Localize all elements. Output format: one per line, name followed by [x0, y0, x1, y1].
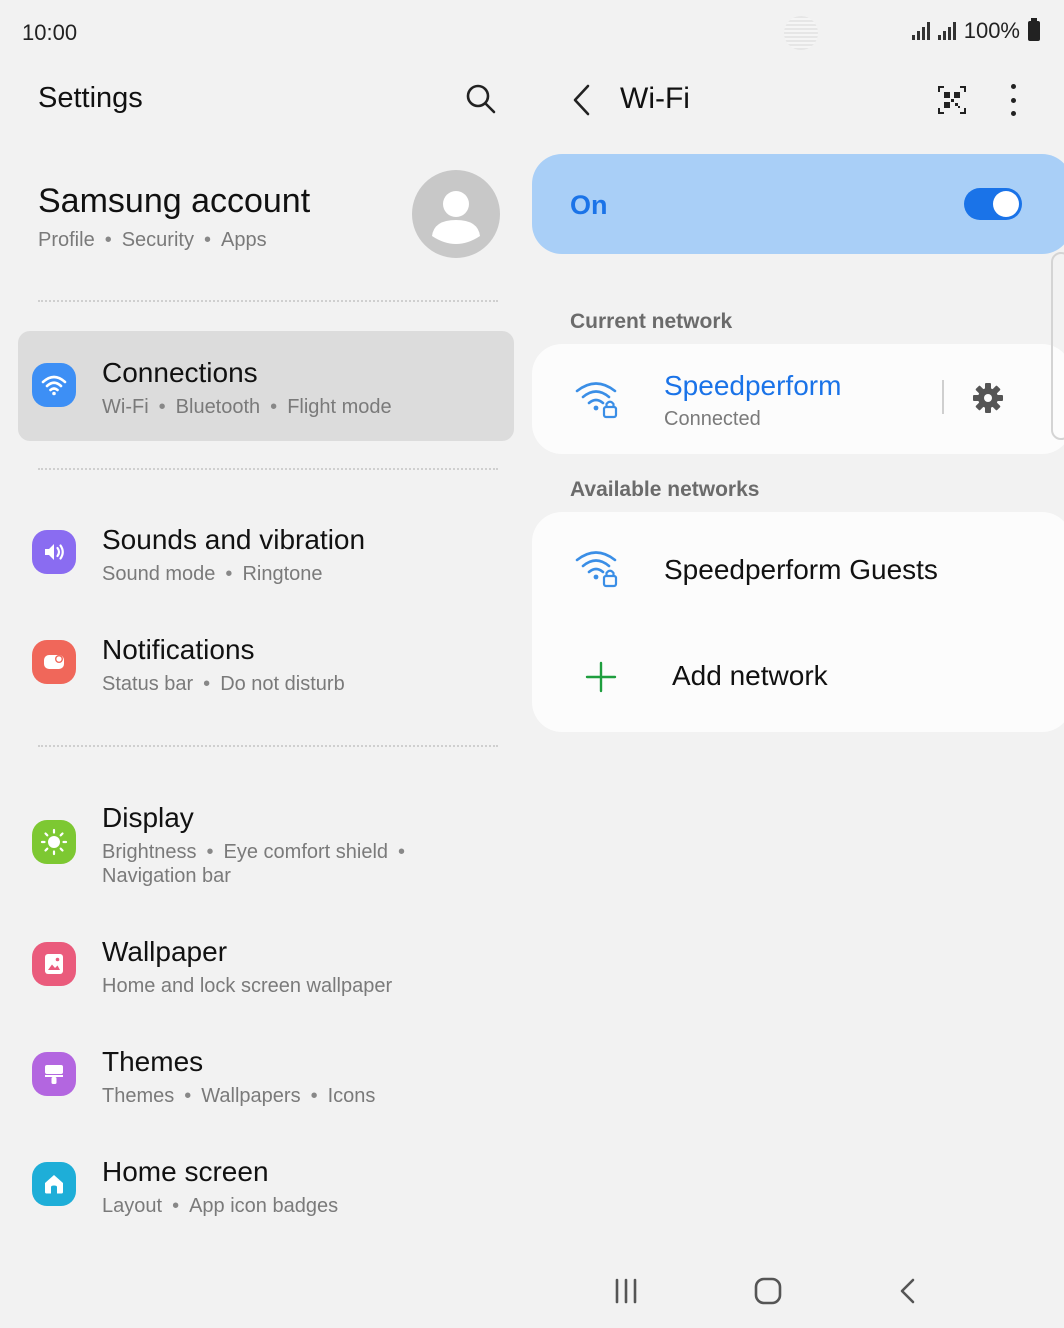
recent-apps-button[interactable]	[606, 1274, 646, 1310]
person-icon	[432, 191, 480, 244]
battery-percent: 100%	[963, 18, 1020, 43]
image-icon	[32, 942, 76, 986]
gear-icon	[973, 383, 1003, 413]
menu-title: Notifications	[102, 634, 255, 665]
menu-subtitle: Themes • Wallpapers • Icons	[102, 1085, 376, 1107]
account-sub-profile: Profile	[38, 229, 95, 251]
current-network-status: Connected	[664, 408, 761, 430]
menu-title: Themes	[102, 1046, 204, 1077]
available-network-row[interactable]: Speedperform Guests	[532, 512, 1064, 628]
current-network-row[interactable]: Speedperform Connected	[532, 344, 1064, 454]
wifi-toggle[interactable]	[964, 188, 1022, 220]
menu-item-home-screen[interactable]: Home screen Layout • App icon badges	[18, 1130, 514, 1240]
toggle-knob	[993, 191, 1019, 217]
avatar[interactable]	[412, 170, 500, 258]
home-button[interactable]	[748, 1274, 788, 1310]
separator	[942, 380, 944, 414]
account-sub-apps: Apps	[220, 229, 267, 251]
camera-cutout	[784, 16, 818, 50]
volume-icon	[32, 530, 76, 574]
section-label-current: Current network	[570, 310, 733, 333]
menu-title: Display	[102, 802, 194, 833]
menu-item-themes[interactable]: Themes Themes • Wallpapers • Icons	[18, 1020, 514, 1130]
back-nav-button[interactable]	[888, 1274, 928, 1310]
home-icon	[32, 1162, 76, 1206]
divider	[38, 468, 498, 470]
status-bar: 10:00 100%	[0, 0, 1064, 66]
wifi-lock-icon	[575, 551, 618, 588]
menu-item-wallpaper[interactable]: Wallpaper Home and lock screen wallpaper	[18, 910, 514, 1020]
current-network-name: Speedperform	[664, 370, 842, 401]
battery-icon	[1028, 18, 1040, 41]
add-network-row[interactable]: Add network	[532, 628, 1064, 732]
sun-icon	[32, 820, 76, 864]
recent-apps-icon	[615, 1278, 637, 1304]
add-network-label: Add network	[672, 660, 828, 691]
section-label-available: Available networks	[570, 478, 760, 501]
available-networks-card: Speedperform Guests Add network	[532, 512, 1064, 732]
plus-icon	[585, 661, 617, 693]
more-options-button[interactable]	[1000, 80, 1026, 120]
menu-item-sounds[interactable]: Sounds and vibration Sound mode • Ringtone	[18, 498, 514, 608]
page-title: Settings	[38, 82, 143, 114]
on-label: On	[570, 190, 608, 220]
menu-title: Home screen	[102, 1156, 269, 1187]
wifi-icon	[32, 363, 76, 407]
account-sub-security: Security	[121, 229, 194, 251]
menu-subtitle: Home and lock screen wallpaper	[102, 975, 393, 997]
settings-pane: Settings Samsung account Profile • Securit…	[0, 66, 532, 1256]
paintbrush-icon	[32, 1052, 76, 1096]
menu-title: Connections	[102, 357, 258, 388]
menu-subtitle: Sound mode • Ringtone	[102, 563, 323, 585]
menu-subtitle: Wi-Fi • Bluetooth • Flight mode	[102, 396, 392, 418]
screen: 10:00 100% Settings Samsung account Prof…	[0, 0, 1064, 1328]
search-button[interactable]	[462, 80, 500, 118]
page-title: Wi-Fi	[620, 82, 690, 115]
status-time: 10:00	[22, 20, 78, 45]
samsung-account[interactable]: Samsung account Profile • Security • Apps	[38, 170, 508, 274]
wifi-lock-icon	[575, 382, 618, 419]
menu-title: Wallpaper	[102, 936, 228, 967]
menu-subtitle: Layout • App icon badges	[102, 1195, 339, 1217]
qr-code-button[interactable]	[934, 82, 970, 118]
signal-icon	[937, 22, 956, 40]
search-icon	[466, 84, 496, 114]
chevron-left-icon	[573, 84, 590, 116]
menu-item-connections[interactable]: Connections Wi-Fi • Bluetooth • Flight mode	[18, 331, 514, 441]
status-indicators: 100%	[911, 18, 1040, 44]
divider	[38, 300, 498, 302]
navigation-bar	[0, 1256, 1064, 1328]
menu-item-display[interactable]: Display Brightness • Eye comfort shield • Na…	[18, 776, 514, 896]
current-network-card: Speedperform Connected	[532, 344, 1064, 454]
menu-item-notifications[interactable]: Notifications Status bar • Do not disturb	[18, 608, 514, 718]
signal-icon	[911, 22, 930, 40]
more-dot	[1010, 111, 1016, 116]
menu-subtitle: Status bar • Do not disturb	[102, 673, 345, 695]
divider	[38, 745, 498, 747]
back-button[interactable]	[568, 82, 596, 118]
notification-icon	[32, 640, 76, 684]
network-settings-button[interactable]	[970, 380, 1006, 416]
more-dot	[1010, 84, 1016, 89]
qr-code-icon	[938, 86, 966, 114]
available-network-name: Speedperform Guests	[664, 554, 938, 585]
wifi-master-switch[interactable]: On	[532, 154, 1064, 254]
home-nav-icon	[754, 1277, 782, 1305]
back-icon	[900, 1278, 915, 1304]
menu-title: Sounds and vibration	[102, 524, 366, 555]
menu-subtitle: Brightness • Eye comfort shield • Navigation…	[102, 841, 406, 887]
pane-resize-handle[interactable]	[1051, 252, 1064, 440]
more-dot	[1010, 97, 1016, 103]
wifi-pane: Wi-Fi On Current network Speedperform Co…	[532, 66, 1064, 1256]
